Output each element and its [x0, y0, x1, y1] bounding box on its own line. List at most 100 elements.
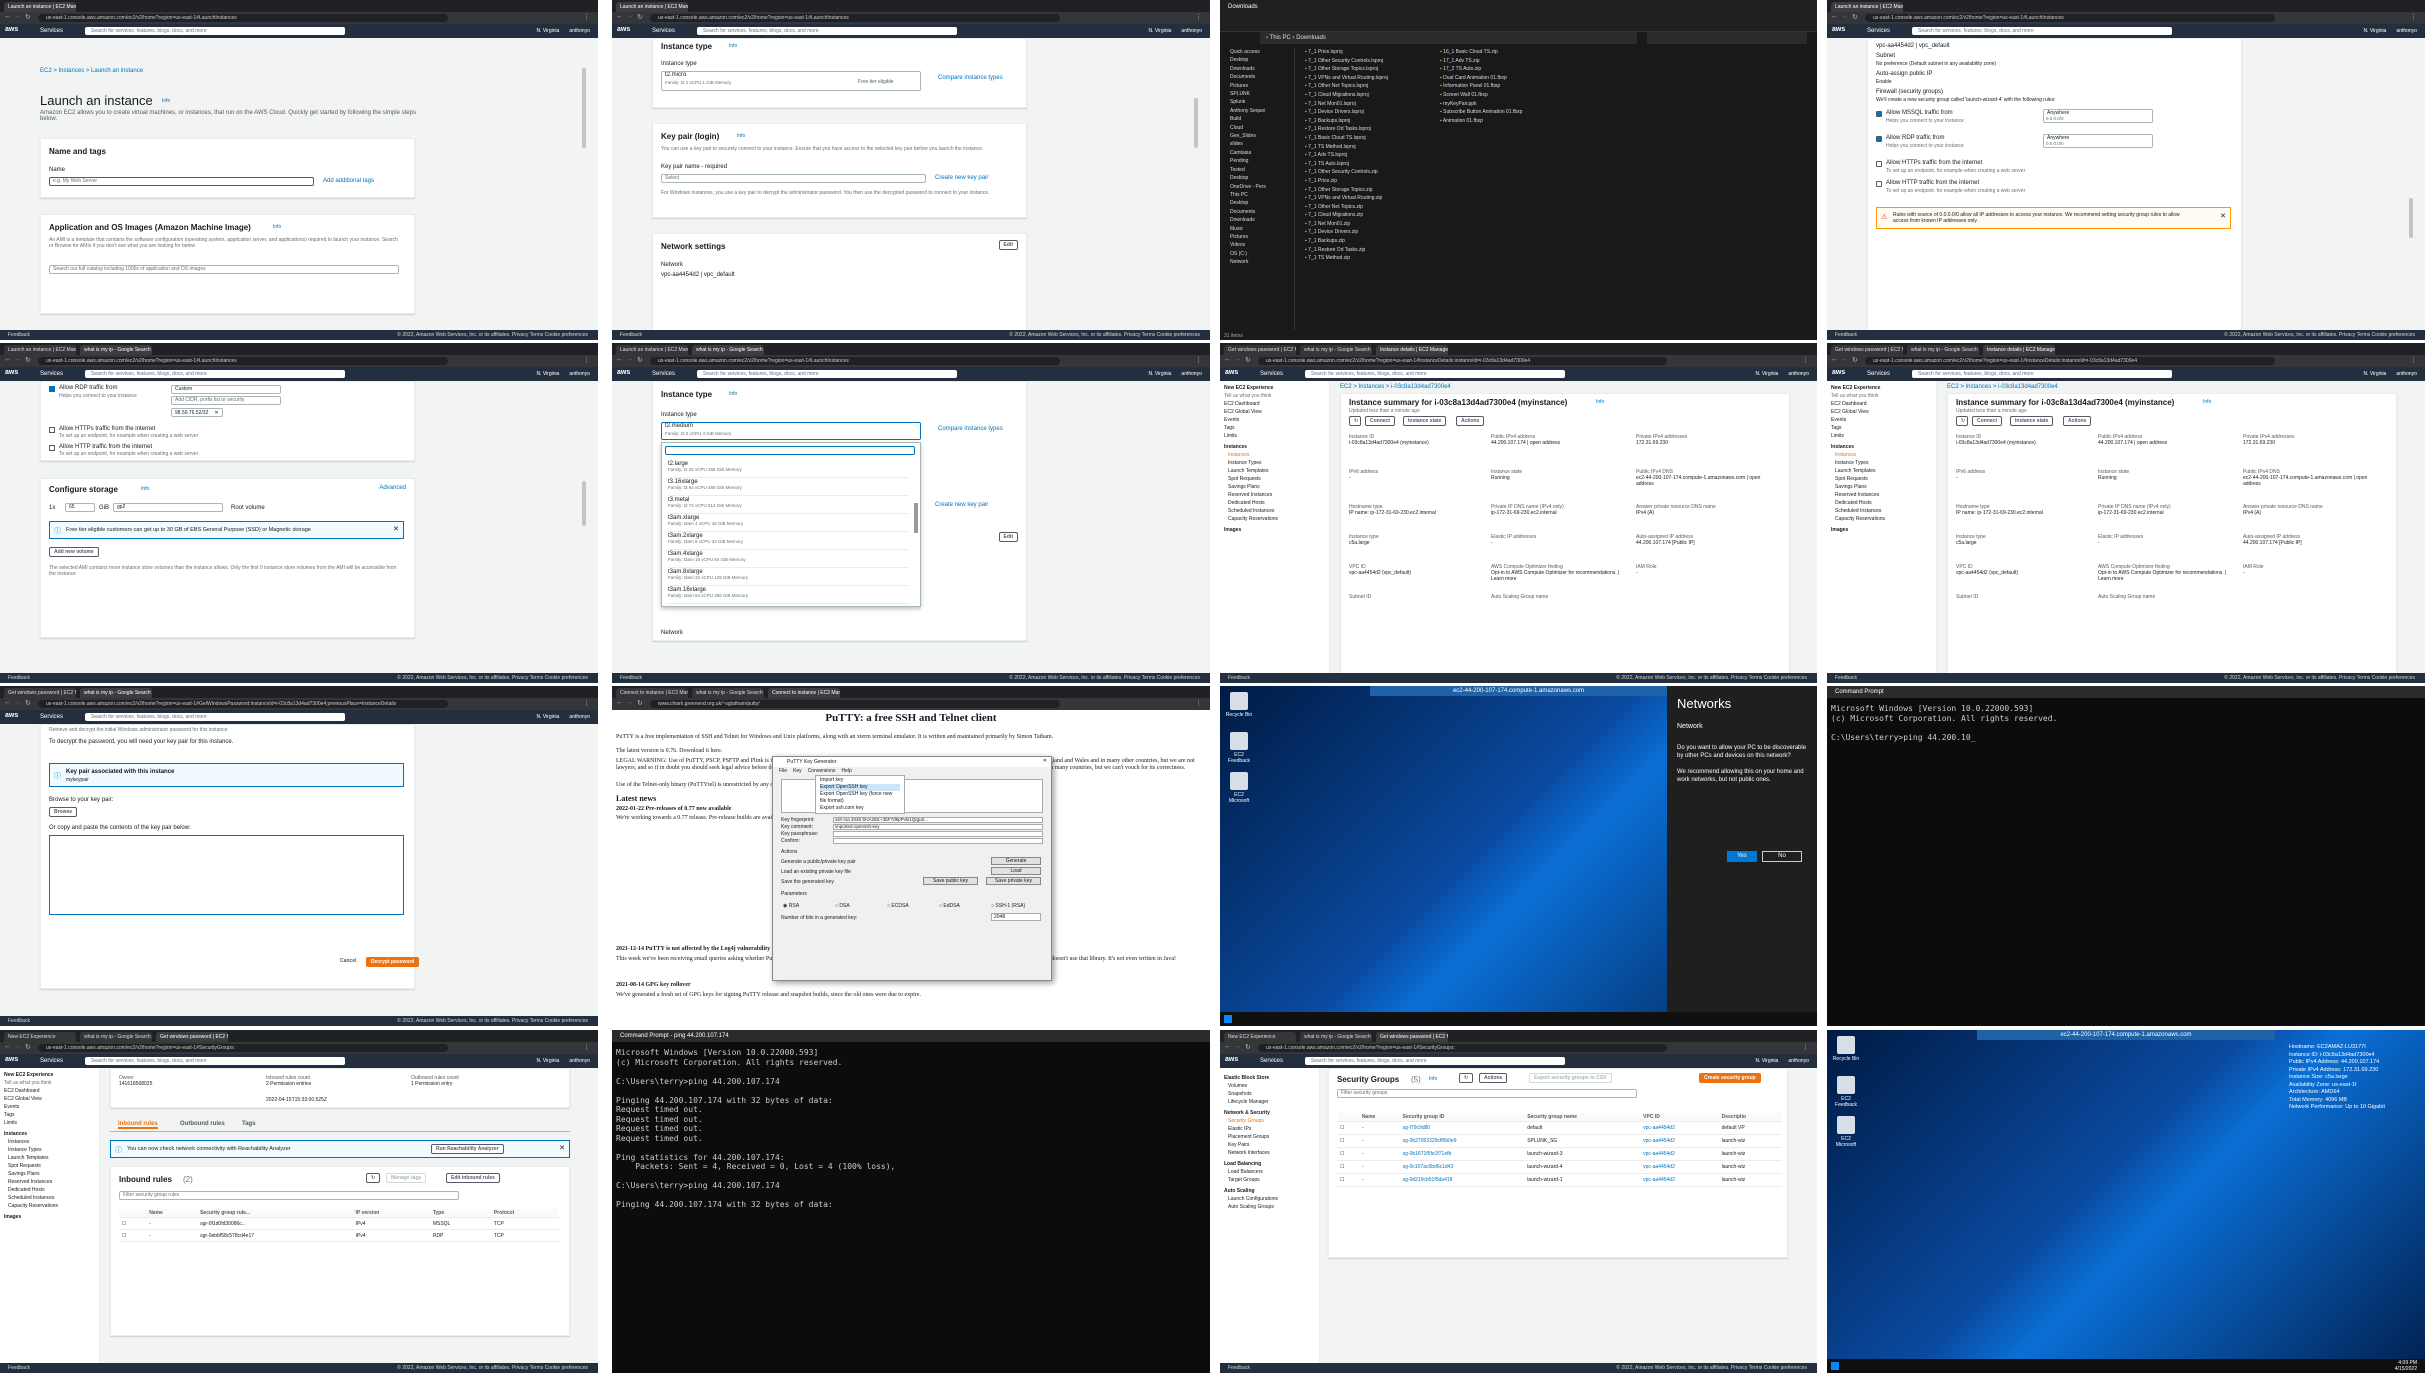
back-arrow-icon[interactable]: ← — [1831, 13, 1838, 20]
sidebar-item[interactable]: Instance Types — [4, 1146, 99, 1154]
file-item[interactable]: ▪ 7_1 Restore Od Tasks.zip — [1305, 246, 1435, 255]
browser-tab[interactable]: New EC2 Experience — [4, 1032, 76, 1042]
aws-search-input[interactable]: Search for services, features, blogs, do… — [85, 1057, 345, 1065]
add-volume-button[interactable]: Add new volume — [49, 547, 99, 557]
browser-tab[interactable]: Get windows password | EC2 M — [1224, 345, 1296, 355]
sidebar-item[interactable]: Spot Requests — [1831, 475, 1936, 483]
rdp-connection-bar[interactable]: ec2-44-200-107-174.compute-1.amazonaws.c… — [1977, 1030, 2275, 1040]
browser-tab[interactable]: Launch an instance | EC2 Manag — [4, 2, 76, 12]
nav-item[interactable]: Gen_Slides — [1230, 132, 1294, 140]
desktop-icon[interactable]: EC2 Feedback — [1831, 1076, 1861, 1108]
run-reachability-button[interactable]: Run Reachability Analyzer — [431, 1144, 504, 1154]
menu-dots-icon[interactable]: ⋮ — [2410, 356, 2417, 364]
region-selector[interactable]: N. Virginia — [2363, 28, 2386, 34]
feedback-link[interactable]: Feedback — [1835, 332, 1857, 338]
name-input[interactable]: e.g. My Web Server — [49, 177, 314, 186]
file-item[interactable]: ▪ 7_1 Basic Cloud TS.lsproj — [1305, 134, 1435, 143]
file-item[interactable]: ▪ 17_1 Adv TS.zip — [1440, 57, 1580, 66]
sidebar-item[interactable]: EC2 Global View — [1831, 408, 1936, 416]
volume-size-input[interactable]: 65 — [65, 503, 95, 512]
services-menu[interactable]: Services — [40, 28, 63, 34]
sidebar-item[interactable]: EC2 Global View — [4, 1095, 99, 1103]
connect-button[interactable]: Connect — [1972, 416, 2002, 426]
menu-dots-icon[interactable]: ⋮ — [1195, 699, 1202, 707]
cidr-input[interactable]: Add CIDR, prefix list or security — [171, 396, 281, 405]
sidebar-item[interactable]: Scheduled Instances — [1831, 507, 1936, 515]
user-menu[interactable]: anthonyo — [1788, 1058, 1809, 1064]
region-selector[interactable]: N. Virginia — [2363, 371, 2386, 377]
file-item[interactable]: ▪ 7_1 Other Storage Topics.zip — [1305, 186, 1435, 195]
instance-type-info[interactable]: Info — [729, 43, 737, 49]
new-ec2-banner[interactable]: New EC2 Experience — [1831, 384, 1936, 392]
address-bar[interactable]: www.chiark.greenend.org.uk/~sgtatham/put… — [650, 700, 1060, 708]
key-pair-textarea[interactable] — [49, 835, 404, 915]
feedback-link[interactable]: Feedback — [620, 675, 642, 681]
browser-tab[interactable]: what is my ip - Google Search — [692, 688, 764, 698]
sidebar-item[interactable]: Launch Templates — [4, 1154, 99, 1162]
sidebar-item[interactable]: Dedicated Hosts — [4, 1186, 99, 1194]
browser-tab[interactable]: Launch an instance | EC2 Manag — [4, 345, 76, 355]
services-menu[interactable]: Services — [1867, 371, 1890, 377]
desktop-icon[interactable]: EC2 Microsoft — [1831, 1116, 1861, 1148]
feedback-link[interactable]: Feedback — [8, 332, 30, 338]
sidebar-section-images[interactable]: Images — [1224, 526, 1329, 534]
sg-tab[interactable]: Outbound rules — [180, 1121, 225, 1127]
reload-icon[interactable]: ↻ — [637, 13, 643, 21]
sidebar-item[interactable]: Savings Plans — [1224, 483, 1329, 491]
create-key-pair-link[interactable]: Create new key pair — [935, 175, 988, 181]
create-sg-button[interactable]: Create security group — [1699, 1073, 1761, 1083]
menu-dots-icon[interactable]: ⋮ — [2410, 13, 2417, 21]
address-bar[interactable]: us-east-1.console.aws.amazon.com/ec2/v2/… — [650, 14, 1060, 22]
nav-item[interactable]: Desktop — [1230, 56, 1294, 64]
sidebar-section-images[interactable]: Images — [1831, 526, 1936, 534]
file-item[interactable]: ▪ 7_1 Other Security Controls.lsproj — [1305, 57, 1435, 66]
forward-arrow-icon[interactable]: → — [14, 1043, 21, 1050]
address-bar[interactable]: us-east-1.console.aws.amazon.com/ec2/v2/… — [1258, 1044, 1667, 1052]
menu-item[interactable]: Conversions — [808, 768, 836, 774]
refresh-button[interactable]: ↻ — [1349, 416, 1361, 426]
dropdown-option[interactable]: t3am.4xlarge Family: t3am 16 vCPU 64 GiB … — [668, 551, 908, 568]
user-menu[interactable]: anthonyo — [2396, 28, 2417, 34]
sidebar-item[interactable]: Snapshots — [1224, 1090, 1319, 1098]
detail-value[interactable]: ec2-44-200-107-174.compute-1.amazonaws.c… — [2243, 475, 2367, 487]
region-selector[interactable]: N. Virginia — [1755, 371, 1778, 377]
desktop-icon[interactable]: Recycle Bin — [1224, 692, 1254, 718]
menu-item[interactable]: File — [779, 768, 787, 774]
file-item[interactable]: ▪ 7_1 Other Net Topics.zip — [1305, 203, 1435, 212]
file-item[interactable]: ▪ 7_1 Backups.zip — [1305, 237, 1435, 246]
file-item[interactable]: ▪ Information Panel 01.fbxp — [1440, 82, 1580, 91]
back-arrow-icon[interactable]: ← — [4, 1043, 11, 1050]
column-header[interactable]: VPC ID — [1640, 1113, 1719, 1122]
file-item[interactable]: ▪ Subscribe Button Animation 01.fbxp — [1440, 108, 1580, 117]
filter-rules-input[interactable]: Filter security group rules — [119, 1191, 459, 1200]
browser-tab[interactable]: Instance details | EC2 Managem — [1983, 345, 2055, 355]
aws-search-input[interactable]: Search for services, features, blogs, do… — [1912, 27, 2172, 35]
sidebar-item[interactable]: EC2 Dashboard — [1831, 400, 1936, 408]
browser-tab[interactable]: New EC2 Experience — [1224, 1032, 1296, 1042]
rdp-source-select[interactable]: Custom — [171, 385, 281, 394]
services-menu[interactable]: Services — [40, 371, 63, 377]
table-cell[interactable]: sgr-0f1d0fd30086c... — [197, 1217, 353, 1230]
menu-dots-icon[interactable]: ⋮ — [1802, 1043, 1809, 1051]
user-menu[interactable]: anthonyo — [1181, 371, 1202, 377]
storage-info[interactable]: Info — [141, 486, 149, 492]
browser-tab[interactable]: what is my ip - Google Search — [80, 1032, 152, 1042]
file-item[interactable]: ▪ Screen Wall 01.fbxp — [1440, 91, 1580, 100]
file-item[interactable]: ▪ myKeyPair.ppk — [1440, 100, 1580, 109]
back-arrow-icon[interactable]: ← — [4, 356, 11, 363]
dropdown-scrollbar[interactable] — [914, 503, 918, 533]
http-checkbox[interactable] — [49, 445, 55, 451]
browser-tab[interactable]: Launch an instance | EC2 Manag — [616, 2, 688, 12]
rule-checkbox[interactable] — [1876, 111, 1882, 117]
dialog-field[interactable] — [833, 831, 1043, 837]
detail-value[interactable]: 44.200.107.174 | open address — [2098, 440, 2167, 446]
reload-icon[interactable]: ↻ — [637, 356, 643, 364]
table-row[interactable]: ☐ - sgr-0f1d0fd30086c... IPv4 MSSQL TCP — [119, 1217, 559, 1230]
sg-tab[interactable]: Inbound rules — [118, 1121, 158, 1129]
sidebar-item[interactable]: EC2 Global View — [1224, 408, 1329, 416]
forward-arrow-icon[interactable]: → — [14, 13, 21, 20]
new-ec2-banner[interactable]: New EC2 Experience — [1224, 384, 1329, 392]
sidebar-item[interactable]: Instances — [1831, 451, 1936, 459]
file-item[interactable]: ▪ 7_1 Cloud Migrations.zip — [1305, 211, 1435, 220]
browser-tab[interactable]: Get windows password | EC2 M — [156, 1032, 228, 1042]
